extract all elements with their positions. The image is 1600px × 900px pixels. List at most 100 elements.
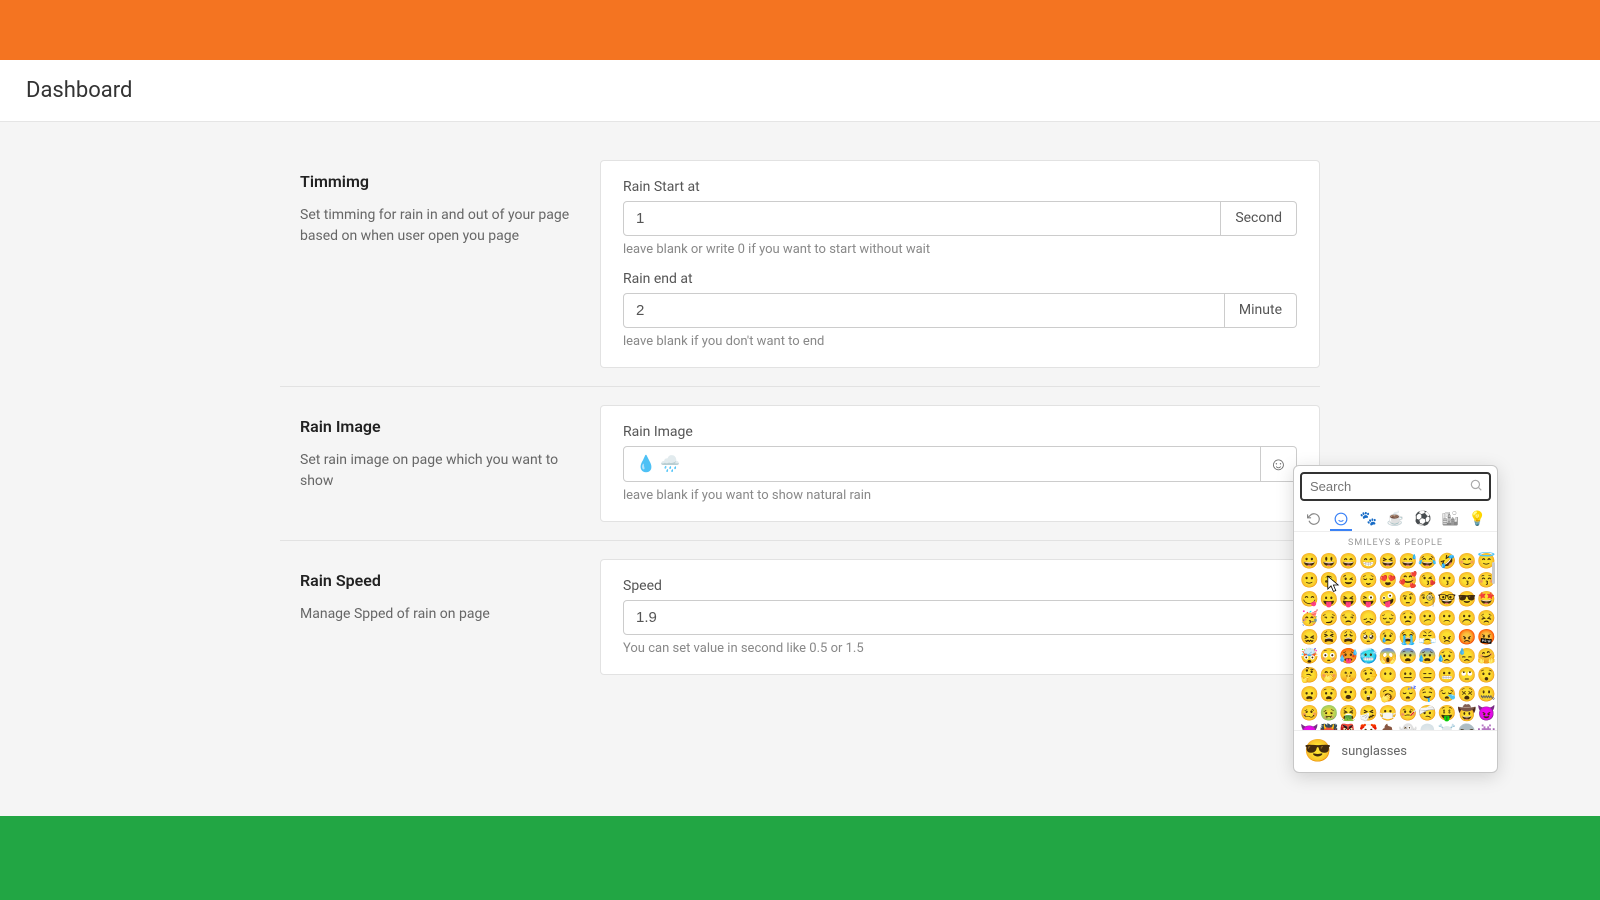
emoji-tab-activity[interactable]: ⚽ [1412, 509, 1434, 531]
emoji-cell[interactable]: 😭 [1398, 628, 1417, 646]
emoji-cell[interactable]: 😨 [1398, 647, 1417, 665]
rain-end-input[interactable] [623, 293, 1225, 328]
emoji-cell[interactable]: 😰 [1418, 647, 1437, 665]
emoji-cell[interactable]: 🤬 [1477, 628, 1496, 646]
emoji-cell[interactable]: 😧 [1320, 685, 1339, 703]
emoji-cell[interactable]: 😃 [1320, 552, 1339, 570]
emoji-cell[interactable]: 🥺 [1359, 628, 1378, 646]
emoji-cell[interactable]: 😦 [1300, 685, 1319, 703]
emoji-cell[interactable]: 😆 [1379, 552, 1398, 570]
emoji-cell[interactable]: 🧐 [1418, 590, 1437, 608]
emoji-cell[interactable]: 😴 [1398, 685, 1417, 703]
rain-image-input[interactable] [623, 446, 1261, 482]
emoji-cell[interactable]: 😍 [1379, 571, 1398, 589]
emoji-cell[interactable]: 😤 [1418, 628, 1437, 646]
emoji-cell[interactable]: 🤮 [1339, 704, 1358, 722]
emoji-cell[interactable]: 😞 [1359, 609, 1378, 627]
emoji-cell[interactable]: 🥵 [1339, 647, 1358, 665]
emoji-cell[interactable]: 😁 [1359, 552, 1378, 570]
emoji-cell[interactable]: 🤩 [1477, 590, 1496, 608]
emoji-cell[interactable]: 🥰 [1398, 571, 1417, 589]
emoji-tab-objects[interactable]: 💡 [1466, 509, 1488, 531]
emoji-cell[interactable]: 👾 [1477, 723, 1496, 730]
emoji-cell[interactable]: 😜 [1359, 590, 1378, 608]
emoji-cell[interactable]: 👹 [1320, 723, 1339, 730]
emoji-cell[interactable]: 💩 [1379, 723, 1398, 730]
emoji-cell[interactable]: 😑 [1418, 666, 1437, 684]
speed-input[interactable] [623, 600, 1297, 635]
emoji-cell[interactable]: 👿 [1300, 723, 1319, 730]
emoji-cell[interactable]: 🤑 [1438, 704, 1457, 722]
emoji-cell[interactable]: 🤗 [1477, 647, 1496, 665]
emoji-cell[interactable]: 😛 [1320, 590, 1339, 608]
emoji-cell[interactable]: 😘 [1418, 571, 1437, 589]
emoji-cell[interactable]: 🙁 [1438, 609, 1457, 627]
emoji-cell[interactable]: 😗 [1438, 571, 1457, 589]
emoji-cell[interactable]: 😖 [1300, 628, 1319, 646]
emoji-cell[interactable]: 😌 [1359, 571, 1378, 589]
emoji-cell[interactable]: 😥 [1438, 647, 1457, 665]
emoji-search-input[interactable] [1300, 472, 1491, 501]
emoji-cell[interactable]: 😎 [1458, 590, 1477, 608]
emoji-cell[interactable]: 😝 [1339, 590, 1358, 608]
emoji-cell[interactable]: 🤪 [1379, 590, 1398, 608]
emoji-tab-travel[interactable]: 🏙 [1439, 509, 1461, 531]
emoji-cell[interactable]: ☠️ [1438, 723, 1457, 730]
emoji-cell[interactable]: 😈 [1477, 704, 1496, 722]
emoji-scrollbar[interactable] [1492, 562, 1495, 584]
emoji-cell[interactable]: 😔 [1379, 609, 1398, 627]
emoji-cell[interactable]: 😂 [1418, 552, 1437, 570]
emoji-cell[interactable]: 🤒 [1398, 704, 1417, 722]
emoji-cell[interactable]: 🙃 [1320, 571, 1339, 589]
emoji-cell[interactable]: 👻 [1398, 723, 1417, 730]
emoji-cell[interactable]: 🤓 [1438, 590, 1457, 608]
emoji-cell[interactable]: 🤠 [1458, 704, 1477, 722]
emoji-cell[interactable]: 😉 [1339, 571, 1358, 589]
emoji-cell[interactable]: 💀 [1418, 723, 1437, 730]
emoji-cell[interactable]: 🤔 [1300, 666, 1319, 684]
emoji-cell[interactable]: 😓 [1458, 647, 1477, 665]
emoji-cell[interactable]: 😪 [1438, 685, 1457, 703]
emoji-cell[interactable]: 🥶 [1359, 647, 1378, 665]
emoji-cell[interactable]: 😙 [1458, 571, 1477, 589]
emoji-cell[interactable]: 🤫 [1339, 666, 1358, 684]
emoji-cell[interactable]: 🤢 [1320, 704, 1339, 722]
emoji-cell[interactable]: 🤕 [1418, 704, 1437, 722]
emoji-cell[interactable]: 😲 [1359, 685, 1378, 703]
emoji-cell[interactable]: 🥳 [1300, 609, 1319, 627]
emoji-cell[interactable]: 😏 [1320, 609, 1339, 627]
emoji-cell[interactable]: 😄 [1339, 552, 1358, 570]
emoji-cell[interactable]: 😣 [1477, 609, 1496, 627]
emoji-cell[interactable]: 🙂 [1300, 571, 1319, 589]
emoji-cell[interactable]: 🥱 [1379, 685, 1398, 703]
emoji-cell[interactable]: 😀 [1300, 552, 1319, 570]
emoji-cell[interactable]: 😐 [1398, 666, 1417, 684]
emoji-cell[interactable]: 😢 [1379, 628, 1398, 646]
emoji-cell[interactable]: ☹️ [1458, 609, 1477, 627]
emoji-cell[interactable]: 🤤 [1418, 685, 1437, 703]
emoji-cell[interactable]: 🤐 [1477, 685, 1496, 703]
emoji-cell[interactable]: 😩 [1339, 628, 1358, 646]
rain-start-input[interactable] [623, 201, 1221, 236]
emoji-cell[interactable]: 😱 [1379, 647, 1398, 665]
emoji-cell[interactable]: 😅 [1398, 552, 1417, 570]
emoji-cell[interactable]: 🤣 [1438, 552, 1457, 570]
emoji-cell[interactable]: 😟 [1398, 609, 1417, 627]
emoji-tab-recent[interactable] [1303, 509, 1325, 531]
emoji-tab-smileys[interactable] [1330, 509, 1352, 531]
emoji-tab-food[interactable]: ☕ [1384, 509, 1406, 531]
emoji-cell[interactable]: 🤥 [1359, 666, 1378, 684]
emoji-cell[interactable]: 👺 [1339, 723, 1358, 730]
emoji-picker-button[interactable]: ☺ [1261, 446, 1297, 482]
emoji-cell[interactable]: 😷 [1379, 704, 1398, 722]
emoji-cell[interactable]: 😕 [1418, 609, 1437, 627]
emoji-cell[interactable]: 😳 [1320, 647, 1339, 665]
emoji-cell[interactable]: 👽 [1458, 723, 1477, 730]
emoji-cell[interactable]: 😫 [1320, 628, 1339, 646]
emoji-cell[interactable]: 😶 [1379, 666, 1398, 684]
emoji-tab-animals[interactable]: 🐾 [1357, 509, 1379, 531]
emoji-cell[interactable]: 🤯 [1300, 647, 1319, 665]
emoji-cell[interactable]: 😯 [1477, 666, 1496, 684]
emoji-cell[interactable]: 🥴 [1300, 704, 1319, 722]
emoji-cell[interactable]: 🤭 [1320, 666, 1339, 684]
